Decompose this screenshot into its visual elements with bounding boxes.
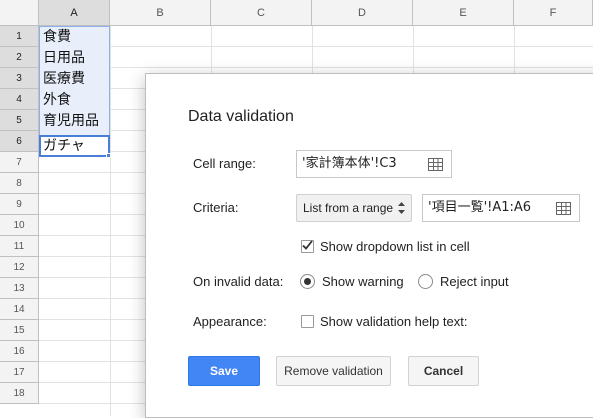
data-validation-dialog: Data validation Cell range: '家計簿本体'!C3 C…: [145, 73, 593, 418]
row-header-17[interactable]: 17: [0, 362, 39, 383]
cell-a4[interactable]: 外食: [40, 90, 109, 111]
row-header-18[interactable]: 18: [0, 383, 39, 404]
cell-a2[interactable]: 日用品: [40, 48, 109, 69]
reject-input-radio[interactable]: [418, 274, 433, 289]
column-header-f[interactable]: F: [514, 0, 593, 26]
cell-range-value: '家計簿本体'!C3: [302, 156, 397, 171]
row-header-2[interactable]: 2: [0, 47, 39, 68]
column-header-b[interactable]: B: [110, 0, 211, 26]
criteria-type-select[interactable]: List from a range: [296, 194, 412, 222]
column-header-a[interactable]: A: [39, 0, 110, 26]
show-dropdown-label[interactable]: Show dropdown list in cell: [320, 239, 470, 254]
column-header-c[interactable]: C: [211, 0, 312, 26]
dialog-title: Data validation: [188, 108, 294, 125]
grid-line: [110, 26, 111, 416]
row-header-7[interactable]: 7: [0, 152, 39, 173]
save-button[interactable]: Save: [188, 356, 260, 386]
criteria-label: Criteria:: [193, 200, 239, 215]
row-header-4[interactable]: 4: [0, 89, 39, 110]
criteria-range-value: '項目一覧'!A1:A6: [428, 200, 532, 215]
row-header-15[interactable]: 15: [0, 320, 39, 341]
row-header-10[interactable]: 10: [0, 215, 39, 236]
reject-input-label[interactable]: Reject input: [440, 274, 509, 289]
row-header-5[interactable]: 5: [0, 110, 39, 131]
select-range-grid-icon[interactable]: [556, 202, 571, 215]
row-header-14[interactable]: 14: [0, 299, 39, 320]
row-header-16[interactable]: 16: [0, 341, 39, 362]
row-header-12[interactable]: 12: [0, 257, 39, 278]
remove-validation-button[interactable]: Remove validation: [276, 356, 391, 386]
row-header-3[interactable]: 3: [0, 68, 39, 89]
row-header-11[interactable]: 11: [0, 236, 39, 257]
row-header-8[interactable]: 8: [0, 173, 39, 194]
grid-line: [39, 67, 593, 68]
cancel-button[interactable]: Cancel: [408, 356, 479, 386]
cell-range-input[interactable]: '家計簿本体'!C3: [296, 150, 452, 178]
select-range-grid-icon[interactable]: [428, 158, 443, 171]
cell-a1[interactable]: 食費: [40, 27, 109, 48]
column-header-e[interactable]: E: [413, 0, 514, 26]
select-all-corner[interactable]: [0, 0, 39, 26]
cell-a6[interactable]: ガチャ: [40, 136, 109, 157]
grid-line: [39, 46, 593, 47]
show-help-text-checkbox[interactable]: [301, 315, 314, 328]
criteria-range-input[interactable]: '項目一覧'!A1:A6: [422, 194, 580, 222]
show-dropdown-checkbox[interactable]: [301, 240, 314, 253]
appearance-label: Appearance:: [193, 314, 267, 329]
row-header-9[interactable]: 9: [0, 194, 39, 215]
show-warning-label[interactable]: Show warning: [322, 274, 404, 289]
updown-arrows-icon: [398, 202, 405, 214]
criteria-type-value: List from a range: [303, 201, 394, 215]
row-header-6[interactable]: 6: [0, 131, 39, 152]
show-help-text-label[interactable]: Show validation help text:: [320, 314, 467, 329]
checkmark-icon: [302, 240, 313, 250]
show-warning-radio[interactable]: [300, 274, 315, 289]
cell-range-label: Cell range:: [193, 156, 256, 171]
cell-a3[interactable]: 医療費: [40, 69, 109, 90]
column-header-d[interactable]: D: [312, 0, 413, 26]
row-header-1[interactable]: 1: [0, 26, 39, 47]
row-header-13[interactable]: 13: [0, 278, 39, 299]
cell-a5[interactable]: 育児用品: [40, 111, 109, 132]
on-invalid-label: On invalid data:: [193, 274, 284, 289]
radio-selected-dot: [304, 278, 311, 285]
